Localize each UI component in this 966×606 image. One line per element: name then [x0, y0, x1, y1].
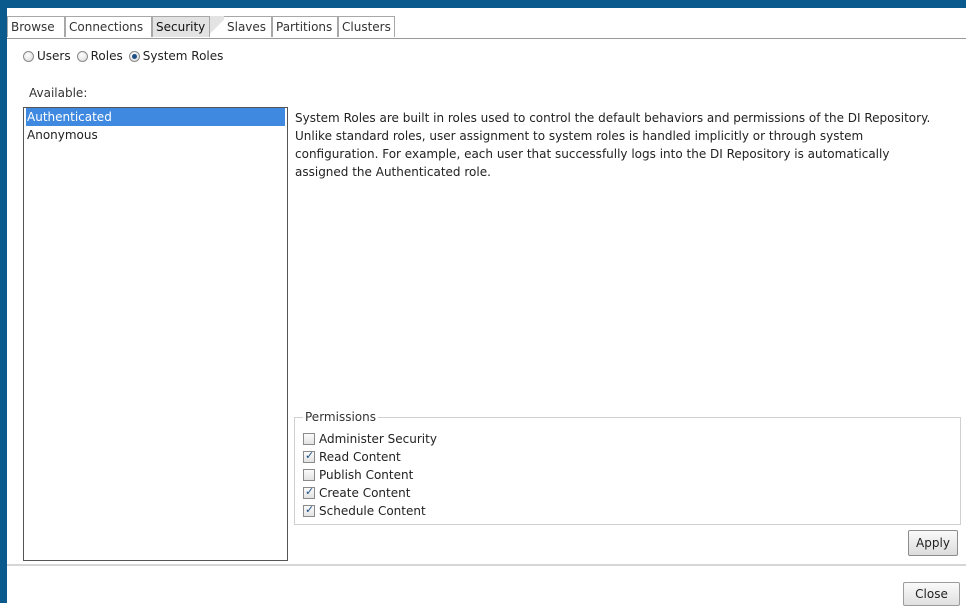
permission-label: Read Content: [319, 450, 401, 464]
repository-explorer-window: Browse Connections Security Slaves Parti…: [7, 8, 966, 606]
tab-label: Browse: [11, 20, 55, 34]
tab-slaves[interactable]: Slaves: [224, 16, 272, 37]
available-roles-list[interactable]: Authenticated Anonymous: [23, 107, 288, 561]
checkbox-icon: [303, 433, 315, 445]
tab-clusters[interactable]: Clusters: [338, 16, 395, 37]
permission-label: Schedule Content: [319, 504, 426, 518]
tab-label: Partitions: [276, 20, 333, 34]
permission-read-content[interactable]: Read Content: [303, 448, 437, 466]
tab-notch: [210, 16, 224, 37]
tab-label: Slaves: [227, 20, 267, 34]
permission-create-content[interactable]: Create Content: [303, 484, 437, 502]
radio-label: Roles: [90, 49, 123, 63]
checkbox-checked-icon: [303, 485, 315, 499]
checkbox-icon: [303, 469, 315, 481]
radio-label: System Roles: [142, 49, 224, 63]
tab-bar: Browse Connections Security Slaves Parti…: [7, 16, 966, 39]
permission-label: Create Content: [319, 486, 411, 500]
permission-label: Publish Content: [319, 468, 414, 482]
permissions-list: Administer Security Read Content Publish…: [303, 430, 437, 520]
role-type-radio-group: Users Roles System Roles: [23, 48, 229, 64]
tab-security[interactable]: Security: [152, 16, 210, 37]
tab-connections[interactable]: Connections: [65, 16, 152, 37]
radio-users[interactable]: Users: [23, 49, 71, 63]
permission-label: Administer Security: [319, 432, 437, 446]
apply-button[interactable]: Apply: [908, 530, 958, 556]
checkbox-checked-icon: [303, 503, 315, 517]
permission-administer-security[interactable]: Administer Security: [303, 430, 437, 448]
radio-button-checked-icon: [128, 50, 140, 62]
radio-button-icon: [76, 50, 88, 62]
permission-schedule-content[interactable]: Schedule Content: [303, 502, 437, 520]
available-label: Available:: [29, 86, 88, 100]
tab-label: Security: [156, 20, 206, 34]
radio-system-roles[interactable]: System Roles: [128, 49, 224, 63]
tab-browse[interactable]: Browse: [7, 16, 65, 37]
tab-label: Clusters: [342, 20, 391, 34]
footer-divider: [7, 564, 966, 566]
radio-label: Users: [37, 49, 71, 63]
permissions-title: Permissions: [303, 410, 378, 424]
tab-label: Connections: [69, 20, 144, 34]
permission-publish-content[interactable]: Publish Content: [303, 466, 437, 484]
tab-partitions[interactable]: Partitions: [272, 16, 338, 37]
close-button[interactable]: Close: [903, 582, 960, 606]
list-item-anonymous[interactable]: Anonymous: [24, 126, 287, 144]
window-frame-left: [0, 0, 7, 603]
system-roles-description: System Roles are built in roles used to …: [295, 111, 931, 179]
checkbox-checked-icon: [303, 449, 315, 463]
list-item-authenticated[interactable]: Authenticated: [26, 108, 285, 126]
radio-button-icon: [23, 50, 34, 62]
radio-roles[interactable]: Roles: [76, 49, 123, 63]
permissions-group: Permissions Administer Security Read Con…: [294, 410, 961, 525]
window-frame-top: [0, 0, 966, 8]
